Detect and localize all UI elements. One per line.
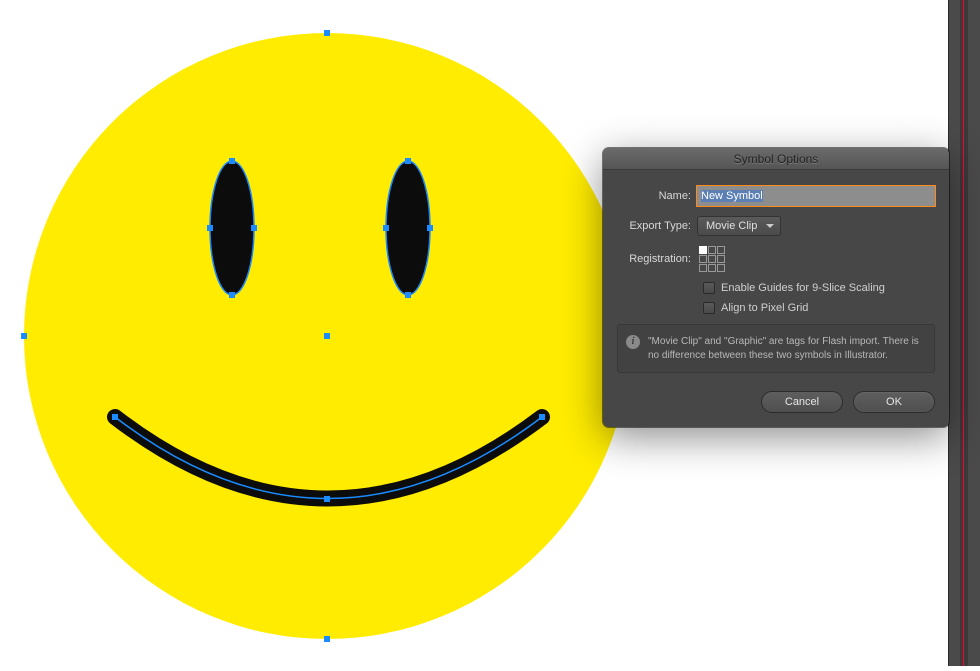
align-pixel-checkbox[interactable] [703, 302, 715, 314]
align-pixel-row: Align to Pixel Grid [703, 302, 935, 314]
artboard-edge [960, 0, 968, 666]
reg-cell-ml[interactable] [699, 255, 707, 263]
anchor[interactable] [207, 225, 213, 231]
ok-button[interactable]: OK [853, 391, 935, 413]
registration-label: Registration: [617, 253, 697, 265]
right-panel-strip [948, 0, 980, 666]
anchor[interactable] [427, 225, 433, 231]
bleed-guide [963, 0, 964, 666]
export-type-dropdown[interactable]: Movie Clip [697, 216, 781, 236]
selection-center[interactable] [324, 333, 330, 339]
selection-handle[interactable] [324, 30, 330, 36]
symbol-options-dialog: Symbol Options Name: Export Type: Movie … [603, 148, 949, 427]
registration-grid[interactable] [699, 246, 725, 272]
name-label: Name: [617, 190, 697, 202]
enable-guides-label: Enable Guides for 9-Slice Scaling [721, 282, 885, 294]
reg-cell-tl[interactable] [699, 246, 707, 254]
reg-cell-tr[interactable] [717, 246, 725, 254]
right-eye [386, 161, 430, 295]
info-box: i "Movie Clip" and "Graphic" are tags fo… [617, 324, 935, 373]
info-icon: i [626, 335, 640, 349]
registration-row: Registration: [617, 246, 935, 272]
anchor[interactable] [539, 414, 545, 420]
reg-cell-bl[interactable] [699, 264, 707, 272]
info-text: "Movie Clip" and "Graphic" are tags for … [648, 336, 919, 361]
selection-handle[interactable] [324, 636, 330, 642]
anchor[interactable] [383, 225, 389, 231]
anchor[interactable] [229, 158, 235, 164]
reg-cell-mc[interactable] [708, 255, 716, 263]
export-type-row: Export Type: Movie Clip [617, 216, 935, 236]
reg-cell-br[interactable] [717, 264, 725, 272]
reg-cell-bc[interactable] [708, 264, 716, 272]
anchor[interactable] [324, 496, 330, 502]
dialog-title[interactable]: Symbol Options [603, 148, 949, 170]
button-row: Cancel OK [617, 391, 935, 413]
anchor[interactable] [229, 292, 235, 298]
dialog-body: Name: Export Type: Movie Clip Registrati… [603, 170, 949, 427]
enable-guides-row: Enable Guides for 9-Slice Scaling [703, 282, 935, 294]
export-type-value: Movie Clip [706, 220, 757, 232]
name-input[interactable] [697, 186, 935, 206]
selection-handle[interactable] [21, 333, 27, 339]
anchor[interactable] [405, 292, 411, 298]
reg-cell-tc[interactable] [708, 246, 716, 254]
left-eye [210, 161, 254, 295]
anchor[interactable] [251, 225, 257, 231]
anchor[interactable] [112, 414, 118, 420]
cancel-button[interactable]: Cancel [761, 391, 843, 413]
anchor[interactable] [405, 158, 411, 164]
export-type-label: Export Type: [617, 220, 697, 232]
name-row: Name: [617, 186, 935, 206]
enable-guides-checkbox[interactable] [703, 282, 715, 294]
align-pixel-label: Align to Pixel Grid [721, 302, 808, 314]
reg-cell-mr[interactable] [717, 255, 725, 263]
